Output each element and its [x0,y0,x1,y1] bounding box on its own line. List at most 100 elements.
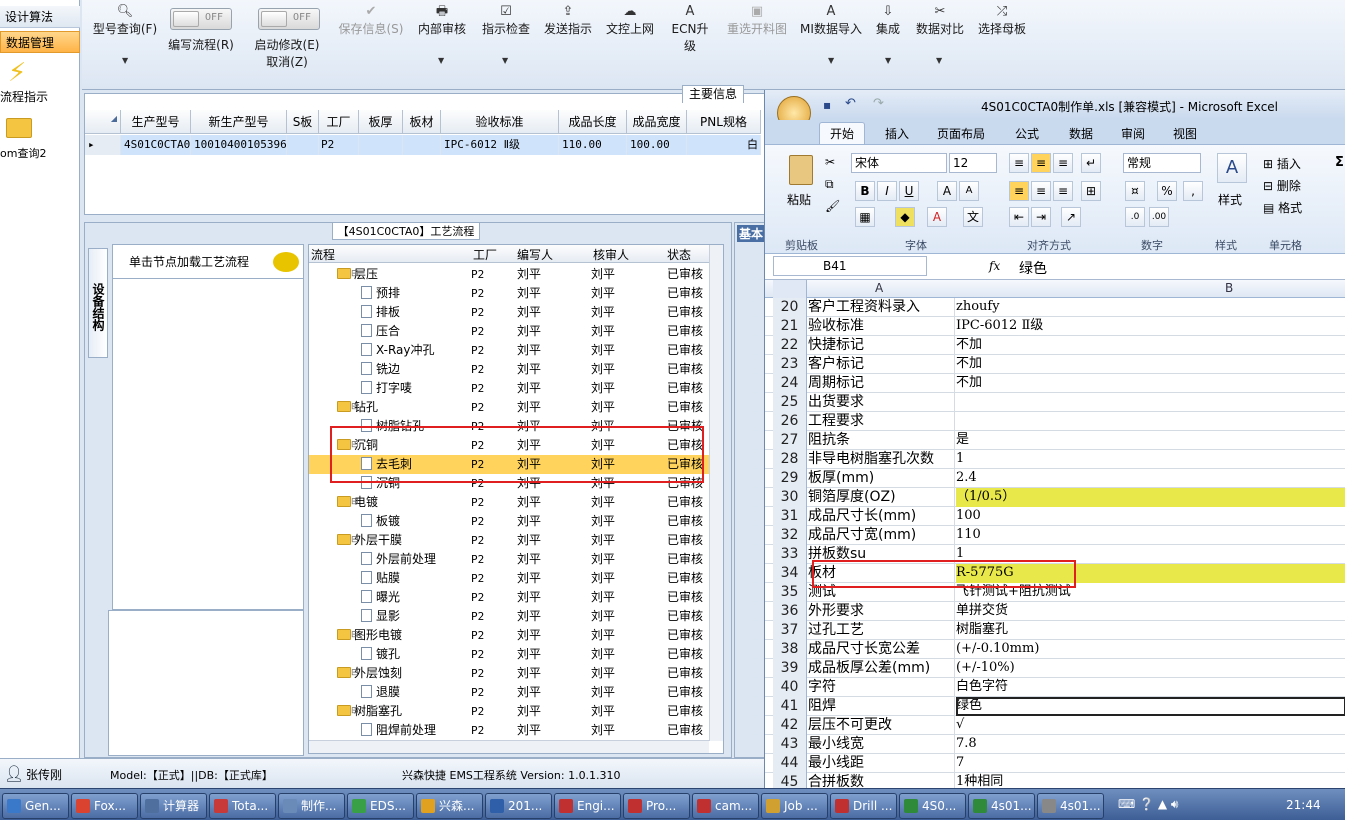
column-header[interactable]: 生产型号 [121,110,191,134]
name-box[interactable]: B41 [773,256,927,276]
cell-b[interactable]: 绿色 [956,697,1345,716]
table-cell[interactable]: IPC-6012 Ⅱ级 [441,135,559,155]
taskbar-button[interactable]: 201... [485,793,552,819]
row-number[interactable]: 24 [773,374,807,393]
list-item[interactable]: 镀孔 P2 刘平 刘平 已审核 [309,645,709,664]
column-header[interactable]: 核审人 [593,246,629,263]
column-header[interactable]: PNL规格 [687,110,761,134]
basic-tab[interactable]: 基本 [737,225,765,242]
cell-b[interactable] [956,412,1345,431]
cell-b[interactable]: 不加 [956,355,1345,374]
cell-b[interactable]: （1/0.5） [956,488,1345,507]
row-number[interactable]: 30 [773,488,807,507]
formula-input[interactable]: 绿色 [1019,258,1047,278]
taskbar-button[interactable]: 兴森... [416,793,483,819]
cut-icon[interactable]: ✂ [825,155,835,169]
row-number[interactable]: 44 [773,754,807,773]
cell-b[interactable]: 2.4 [956,469,1345,488]
cell-b[interactable]: 单拼交货 [956,602,1345,621]
mi-data-import-button[interactable]: A MI数据导入 [798,4,864,37]
list-item[interactable]: 曝光 P2 刘平 刘平 已审核 [309,588,709,607]
row-number[interactable]: 39 [773,659,807,678]
cell-a[interactable]: 客户标记 [808,355,955,374]
cancel-label[interactable]: 取消(Z) [250,53,324,70]
cell-a[interactable]: 非导电树脂塞孔次数 [808,450,955,469]
select-all-corner[interactable] [773,280,807,298]
tab-insert[interactable]: 插入 [885,125,909,142]
taskbar-button[interactable]: 4s01... [1037,793,1104,819]
device-structure-tab[interactable]: 设备结构 [88,248,108,358]
list-item[interactable]: ⊟ 外层蚀刻 P2 刘平 刘平 已审核 [309,664,709,683]
cell-b[interactable]: 110 [956,526,1345,545]
column-header[interactable]: 板材 [403,110,441,134]
collapse-icon[interactable]: ⊟ [351,626,359,645]
table-cell[interactable] [287,135,319,155]
align-top-button[interactable]: ≡ [1009,153,1029,173]
list-item[interactable]: 压合 P2 刘平 刘平 已审核 [309,322,709,341]
number-format-box[interactable]: 常规 [1123,153,1201,173]
row-number[interactable]: 33 [773,545,807,564]
list-item[interactable]: 排板 P2 刘平 刘平 已审核 [309,303,709,322]
paste-icon[interactable] [789,155,813,185]
cell-a[interactable]: 外形要求 [808,602,955,621]
cell-a[interactable]: 成品尺寸长(mm) [808,507,955,526]
cell-a[interactable]: 周期标记 [808,374,955,393]
row-number[interactable]: 26 [773,412,807,431]
column-header[interactable]: 状态 [667,246,691,263]
nav-om-query[interactable]: om查询2 [0,118,80,161]
table-cell[interactable]: 白 [687,135,761,155]
collapse-icon[interactable]: ⊟ [351,702,359,721]
cell-a[interactable]: 字符 [808,678,955,697]
cell-a[interactable]: 工程要求 [808,412,955,431]
decrease-indent-button[interactable]: ⇤ [1009,207,1029,227]
taskbar-button[interactable]: cam... [692,793,759,819]
font-name-box[interactable]: 宋体 [851,153,947,173]
table-cell[interactable] [359,135,403,155]
edit-process-toggle[interactable]: OFF [170,8,232,30]
row-number[interactable]: 36 [773,602,807,621]
list-item[interactable]: ⊟ 图形电镀 P2 刘平 刘平 已审核 [309,626,709,645]
cell-a[interactable]: 阻抗条 [808,431,955,450]
decrease-decimal-button[interactable]: .00 [1149,207,1169,227]
integration-button[interactable]: ⇩ 集成 [874,4,902,37]
column-a-header[interactable]: A [875,281,883,295]
row-number[interactable]: 42 [773,716,807,735]
list-item[interactable]: ⊟ 电镀 P2 刘平 刘平 已审核 [309,493,709,512]
row-indicator[interactable]: ▸ [85,135,121,155]
redo-icon[interactable]: ↷ [873,96,884,111]
row-number[interactable]: 28 [773,450,807,469]
column-header[interactable]: 工厂 [319,110,359,134]
row-number[interactable]: 20 [773,298,807,317]
column-header[interactable]: 工厂 [473,246,497,263]
main-info-tab[interactable]: 主要信息 [682,85,744,103]
cell-a[interactable]: 快捷标记 [808,336,955,355]
internal-review-button[interactable]: 🖶 内部审核 [416,4,468,37]
chevron-down-icon[interactable]: ▼ [885,56,891,65]
row-number[interactable]: 31 [773,507,807,526]
reselect-cutting-diagram-button[interactable]: ▣ 重选开料图 [724,4,790,37]
row-number[interactable]: 22 [773,336,807,355]
taskbar-button[interactable]: 4s01... [968,793,1035,819]
tab-review[interactable]: 审阅 [1121,125,1145,142]
save-icon[interactable]: ▪ [823,98,831,112]
column-header[interactable]: 板厚 [359,110,403,134]
cell-b[interactable]: 白色字符 [956,678,1345,697]
cell-b[interactable]: 不加 [956,374,1345,393]
column-header[interactable]: 成品宽度 [627,110,687,134]
table-cell[interactable] [403,135,441,155]
cell-b[interactable]: 7 [956,754,1345,773]
horizontal-scrollbar[interactable] [309,740,709,753]
column-header[interactable]: 流程 [311,246,335,263]
cell-a[interactable]: 成品尺寸长宽公差 [808,640,955,659]
model-query-button[interactable]: 🔍︎ 型号查询(F) [90,4,160,37]
column-b-header[interactable]: B [1225,281,1233,295]
cell-a[interactable]: 铜箔厚度(OZ) [808,488,955,507]
fill-color-button[interactable]: ◆ [895,207,915,227]
cell-b[interactable]: 7.8 [956,735,1345,754]
list-item[interactable]: ⊟ 外层干膜 P2 刘平 刘平 已审核 [309,531,709,550]
format-cells-button[interactable]: ▤ 格式 [1263,199,1302,216]
list-item[interactable]: 阻焊前处理 P2 刘平 刘平 已审核 [309,721,709,740]
taskbar-button[interactable]: 计算器 [140,793,207,819]
cell-b[interactable]: 树脂塞孔 [956,621,1345,640]
borders-button[interactable]: ▦ [855,207,875,227]
